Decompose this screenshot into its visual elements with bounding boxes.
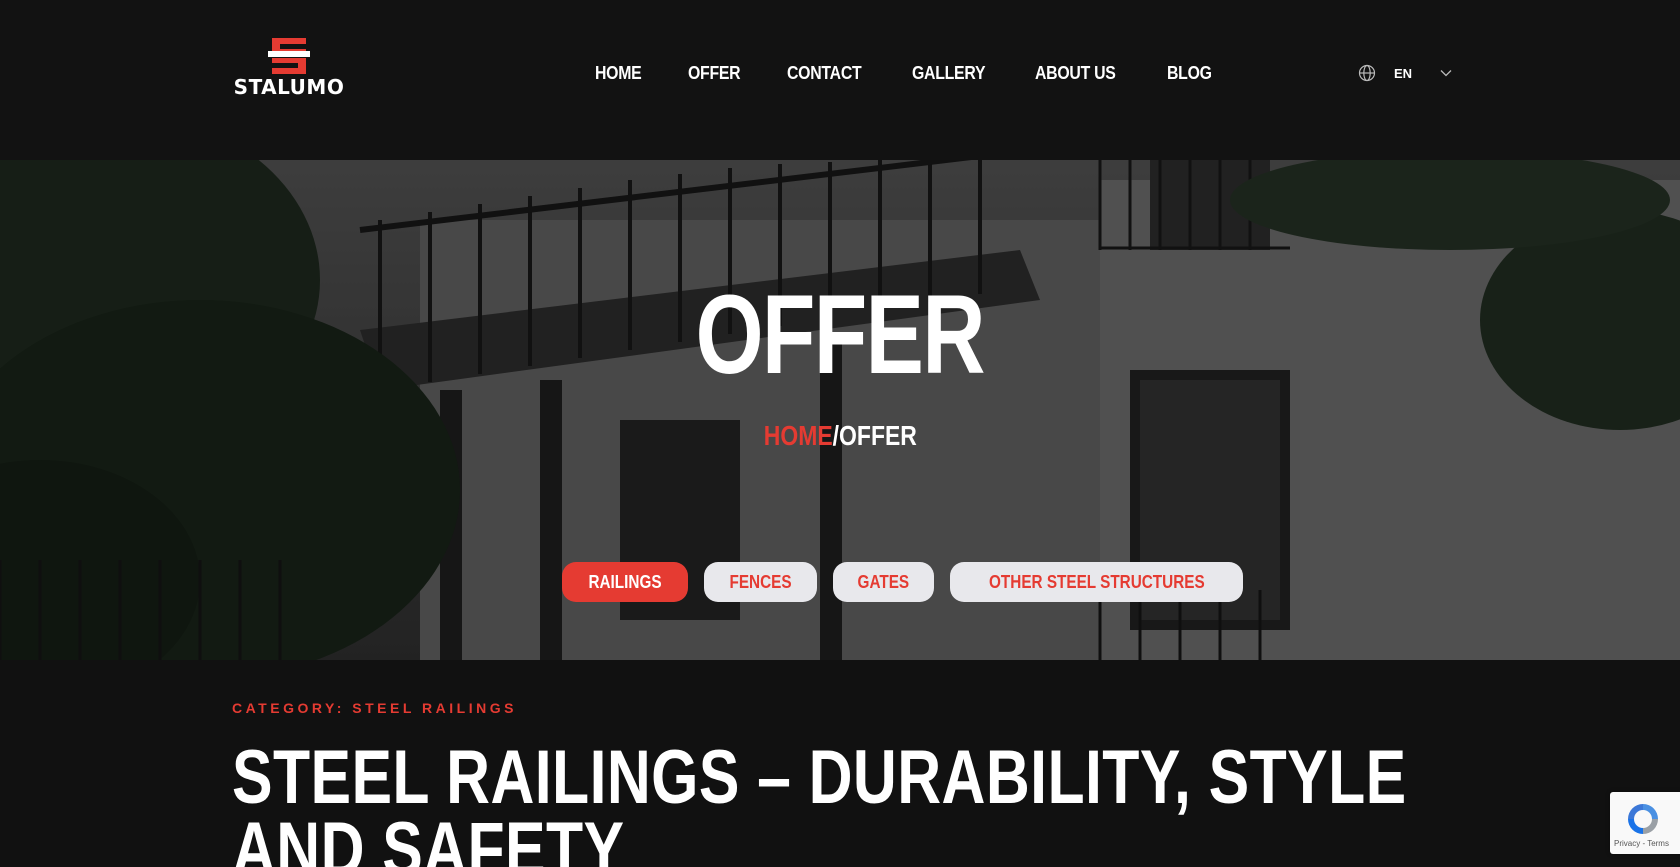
nav-item-gallery[interactable]: GALLERY bbox=[912, 58, 986, 88]
nav-item-contact[interactable]: CONTACT bbox=[787, 58, 862, 88]
chevron-down-icon bbox=[1440, 70, 1452, 77]
post-title: STEEL RAILINGS – DURABILITY, STYLE AND S… bbox=[232, 735, 1407, 867]
globe-icon bbox=[1358, 64, 1376, 82]
logo-wordmark: STALUMO bbox=[233, 75, 345, 99]
breadcrumb-separator: / bbox=[832, 420, 839, 451]
nav-item-blog[interactable]: BLOG bbox=[1167, 58, 1212, 88]
filter-other-steel-structures[interactable]: OTHER STEEL STRUCTURES bbox=[949, 562, 1244, 602]
recaptcha-icon bbox=[1628, 804, 1658, 834]
nav-item-about-us[interactable]: ABOUT US bbox=[1035, 58, 1116, 88]
hero-section: OFFER HOME/OFFER RAILINGS FENCES GATES O… bbox=[0, 160, 1680, 660]
recaptcha-links[interactable]: Privacy - Terms bbox=[1614, 839, 1669, 848]
site-header: STALUMO HOME OFFER CONTACT GALLERY ABOUT… bbox=[0, 0, 1680, 160]
filter-fences[interactable]: FENCES bbox=[704, 562, 818, 602]
logo-mark-icon bbox=[268, 38, 310, 74]
page-title: OFFER bbox=[695, 272, 986, 397]
post-category: CATEGORY: STEEL RAILINGS bbox=[232, 700, 517, 716]
breadcrumb: HOME/OFFER bbox=[0, 418, 1680, 454]
site-logo[interactable]: STALUMO bbox=[224, 38, 354, 98]
nav-item-offer[interactable]: OFFER bbox=[688, 58, 741, 88]
recaptcha-badge[interactable]: Privacy - Terms bbox=[1610, 792, 1680, 854]
post-content: CATEGORY: STEEL RAILINGS STEEL RAILINGS … bbox=[0, 660, 1680, 867]
breadcrumb-current: OFFER bbox=[838, 420, 917, 451]
breadcrumb-home-link[interactable]: HOME bbox=[763, 420, 832, 451]
filter-railings[interactable]: RAILINGS bbox=[562, 562, 689, 602]
category-filters: RAILINGS FENCES GATES OTHER STEEL STRUCT… bbox=[562, 562, 1244, 602]
filter-gates[interactable]: GATES bbox=[833, 562, 934, 602]
language-code: EN bbox=[1394, 65, 1413, 81]
main-nav: HOME OFFER CONTACT GALLERY ABOUT US BLOG bbox=[595, 58, 1218, 88]
language-switcher[interactable]: EN bbox=[1358, 62, 1452, 84]
nav-item-home[interactable]: HOME bbox=[595, 58, 642, 88]
